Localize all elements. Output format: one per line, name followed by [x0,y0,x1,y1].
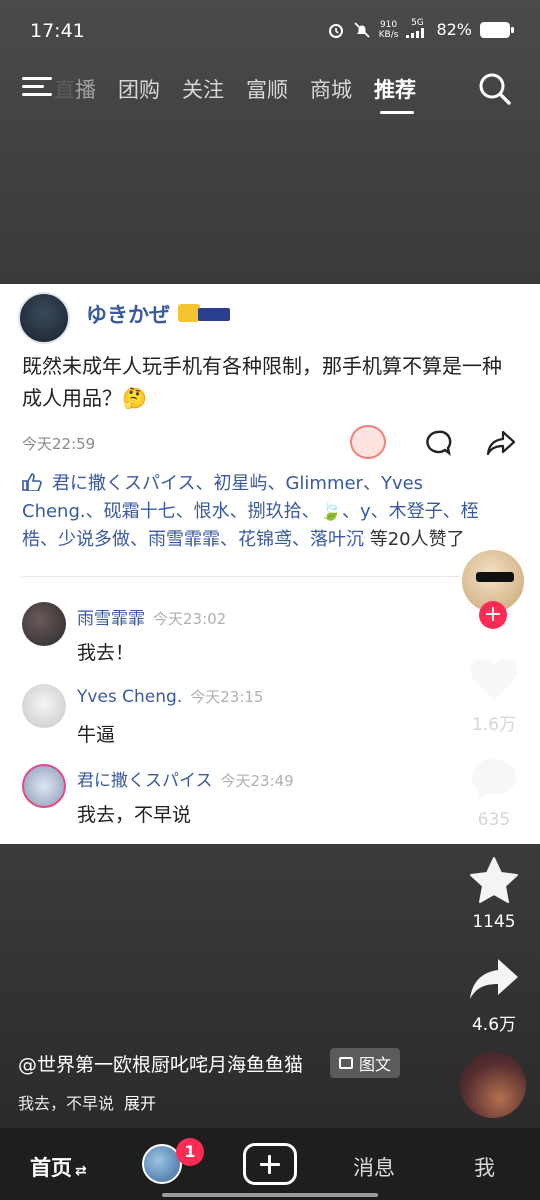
alarm-icon [328,23,343,38]
share-count: 4.6万 [471,1015,517,1035]
tab-live-clipped: 直 [54,78,75,102]
comment-bubble-icon[interactable] [424,429,452,457]
author-avatar[interactable] [18,292,70,344]
image-text-icon [339,1057,353,1069]
comment-time: 今天23:49 [220,772,294,790]
tab-local[interactable]: 富顺 [246,74,288,104]
comment-avatar[interactable] [22,764,66,808]
comment-dots-icon [472,759,516,800]
post-author[interactable]: ゆきかぜ [86,299,170,329]
tab-group-buy[interactable]: 团购 [118,74,160,104]
post-card: ゆきかぜ 既然未成年人玩手机有各种限制，那手机算不算是一种成人用品？🤔 今天22… [0,284,540,844]
star-icon [470,857,518,903]
nav-tabs: 直播 团购 关注 富顺 商城 推荐 [54,74,416,114]
comment-text: 牛逼 [77,724,116,746]
image-text-label: 图文 [359,1055,392,1074]
battery-percent: 82% [436,20,472,39]
share-arrow-icon [470,959,518,999]
battery-icon [480,21,514,38]
comment-author[interactable]: 雨雪霏霏 今天23:02 [77,604,226,629]
caption-username[interactable]: @世界第一欧根厨叱咤月海鱼鱼猫 [18,1050,303,1077]
share-button[interactable]: 4.6万 [464,956,524,1035]
music-disc[interactable] [460,1052,526,1118]
create-post-button[interactable] [243,1143,297,1185]
home-indicator[interactable] [162,1193,378,1197]
nav-me[interactable]: 我 [474,1152,495,1182]
signal-indicator: 5G [406,18,428,41]
comment-button[interactable]: 635 [464,756,524,830]
image-text-chip[interactable]: 图文 [330,1048,401,1078]
comment-time: 今天23:15 [190,688,264,706]
tab-following[interactable]: 关注 [182,74,224,104]
comment-avatar[interactable] [22,684,66,728]
comment-text: 我去！ [77,642,135,664]
top-nav: 直播 团购 关注 富顺 商城 推荐 [0,66,540,116]
status-icons: 910 KB/s 5G 82% [327,18,514,41]
favorite-count: 1145 [472,912,516,932]
level-badge [198,308,230,321]
likes-count-text: 等20人赞了 [369,529,465,550]
signal-bars-icon [406,28,425,38]
sticker-icon[interactable] [350,425,386,459]
notification-badge: 1 [176,1138,204,1166]
comment-count: 635 [477,810,511,830]
comment-time: 今天23:02 [153,610,227,628]
post-text: 既然未成年人玩手机有各种限制，那手机算不算是一种成人用品？🤔 [22,354,502,410]
network-speed: 910 KB/s [378,19,399,40]
comment-avatar[interactable] [22,602,66,646]
status-time: 17:41 [30,20,85,42]
like-button[interactable]: 1.6万 [464,656,524,735]
divider [22,576,460,577]
status-bar: 17:41 910 KB/s 5G 82% [0,0,540,60]
comment-author[interactable]: Yves Cheng. 今天23:15 [77,686,263,707]
bottom-nav: 首页 ⇄ 1 消息 我 [0,1128,540,1200]
tab-mall[interactable]: 商城 [310,74,352,104]
vip-gem-badge [178,304,200,322]
tab-recommend[interactable]: 推荐 [374,74,416,114]
feed-background-bottom [0,843,540,1128]
comment-text: 我去，不早说 [77,804,192,826]
thumbs-up-icon [22,473,42,491]
comment-author[interactable]: 君に撒くスパイス 今天23:49 [77,766,294,791]
post-time: 今天22:59 [22,435,96,453]
caption-description: 我去，不早说 展开 [18,1094,157,1113]
share-outline-icon[interactable] [486,429,516,457]
menu-icon[interactable] [22,74,54,100]
swap-icon: ⇄ [75,1163,87,1179]
mute-icon [353,21,370,38]
likes-list: 君に撒くスパイス、初星屿、Glimmer、Yves Cheng.、砚霜十七、恨水… [22,470,502,554]
heart-icon [470,659,518,700]
nav-messages[interactable]: 消息 [353,1152,395,1182]
like-count: 1.6万 [471,715,517,735]
tab-live[interactable]: 直播 [54,74,96,104]
follow-button[interactable]: + [479,601,507,629]
favorite-button[interactable]: 1145 [464,856,524,932]
expand-link[interactable]: 展开 [124,1094,156,1113]
nav-home[interactable]: 首页 ⇄ [30,1152,87,1182]
search-icon[interactable] [478,72,512,106]
